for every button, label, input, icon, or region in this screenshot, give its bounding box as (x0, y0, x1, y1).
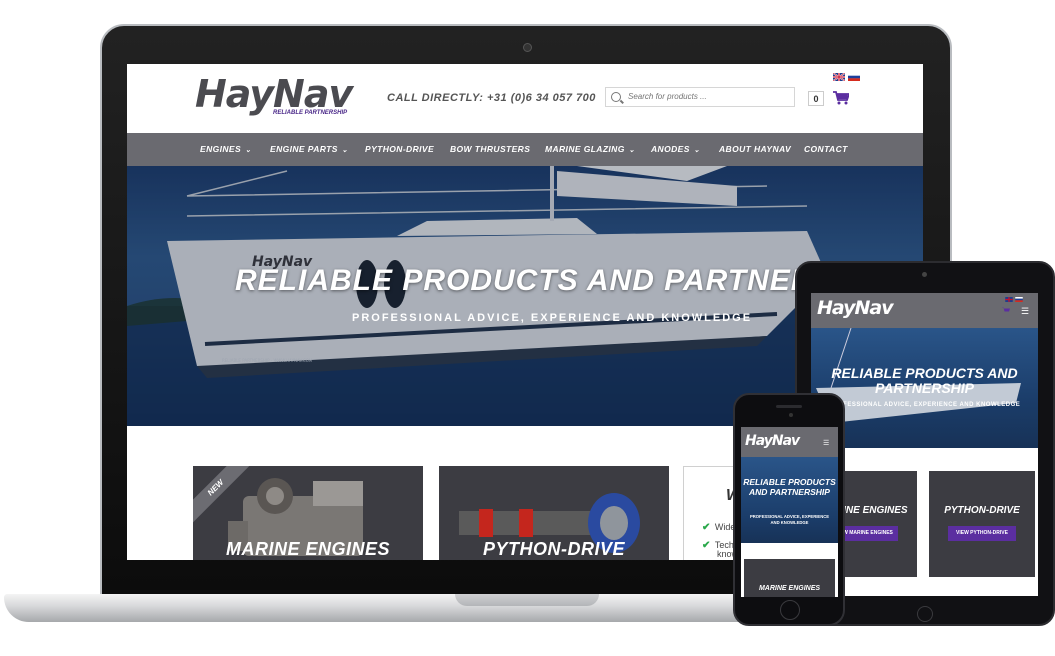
nav-label: MARINE GLAZING (545, 144, 625, 154)
hero-title: RELIABLE PRODUCTS AND PARTNERSHIP (235, 264, 888, 297)
phone-card-marine-engines[interactable]: MARINE ENGINES (744, 559, 835, 597)
card-label: MARINE ENGINES (225, 539, 391, 559)
tablet-card-python-drive[interactable]: PYTHON-DRIVE VIEW PYTHON-DRIVE (929, 471, 1035, 577)
phone-number[interactable]: +31 (0)6 34 057 700 (487, 92, 596, 104)
phone-screen: HayNav ☰ RELIABLE PRODUCTS AND PARTNERSH… (741, 427, 838, 597)
nav-item-marine-glazing[interactable]: MARINE GLAZING ⌄ (545, 133, 635, 166)
nav-label: ABOUT HAYNAV (719, 144, 792, 154)
chevron-down-icon: ⌄ (693, 147, 701, 154)
nav-item-engine-parts[interactable]: ENGINE PARTS ⌄ (270, 133, 348, 166)
laptop-base (4, 594, 854, 622)
phone-logo[interactable]: HayNav (745, 433, 800, 449)
tablet-header: HayNav ☰ (811, 293, 1038, 328)
search-input[interactable] (626, 91, 790, 102)
cart-icon[interactable] (1002, 307, 1010, 314)
why-item: ✔ Wide (702, 522, 736, 533)
site-logo[interactable]: HayNav RELIABLE PARTNERSHIP (195, 72, 353, 116)
hamburger-menu-icon[interactable]: ☰ (823, 439, 829, 447)
card-marine-engines[interactable]: NEW MARINE ENGINES (193, 466, 423, 560)
nav-label: ANODES (651, 144, 690, 154)
nav-item-anodes[interactable]: ANODES ⌄ (651, 133, 700, 166)
nav-item-engines[interactable]: ENGINES ⌄ (200, 133, 251, 166)
tablet-hero-title: RELIABLE PRODUCTS AND PARTNERSHIP (831, 365, 1018, 396)
cart-icon[interactable] (833, 91, 849, 105)
cart-count[interactable]: 0 (808, 91, 824, 106)
uk-flag-icon[interactable] (1005, 297, 1013, 302)
nav-label: PYTHON-DRIVE (365, 144, 435, 154)
nav-item-bow-thrusters[interactable]: BOW THRUSTERS (450, 133, 530, 166)
call-directly: CALL DIRECTLY: +31 (0)6 34 057 700 (387, 92, 596, 104)
nav-label: ENGINE PARTS (270, 144, 338, 154)
nav-label: BOW THRUSTERS (450, 144, 531, 154)
russia-flag-icon[interactable] (1015, 297, 1023, 302)
chevron-down-icon: ⌄ (628, 147, 635, 154)
laptop-notch (455, 594, 599, 606)
hero-subtitle: PROFESSIONAL ADVICE, EXPERIENCE AND KNOW… (352, 312, 753, 324)
check-icon: ✔ (702, 522, 711, 533)
card-label: PYTHON-DRIVE (944, 505, 1020, 516)
tablet-logo[interactable]: HayNav (817, 297, 894, 319)
search-icon (611, 92, 621, 102)
check-icon: ✔ (702, 540, 711, 551)
card-label: PYTHON-DRIVE (482, 539, 625, 559)
phone-hero-title: RELIABLE PRODUCTS AND PARTNERSHIP (743, 477, 836, 497)
logo-text: HayNav (195, 72, 353, 116)
search-box[interactable] (605, 87, 795, 107)
phone-hero: RELIABLE PRODUCTS AND PARTNERSHIP PROFES… (741, 457, 838, 543)
phone-hero-subtitle: PROFESSIONAL ADVICE, EXPERIENCE AND KNOW… (749, 514, 830, 525)
tablet-hero-subtitle: PROFESSIONAL ADVICE, EXPERIENCE AND KNOW… (828, 402, 1021, 408)
chevron-down-icon: ⌄ (341, 147, 349, 154)
phone-home-button (780, 600, 800, 620)
uk-flag-icon[interactable] (833, 73, 845, 81)
tablet-screen: HayNav ☰ RELIABLE PRODUCTS AND PARTNERSH… (811, 293, 1038, 596)
card-python-drive[interactable]: PYTHON-DRIVE (439, 466, 669, 560)
phone-camera (789, 413, 793, 417)
phone-speaker (776, 405, 802, 408)
nav-item-about-haynav[interactable]: ABOUT HAYNAV (719, 133, 791, 166)
laptop-camera (523, 43, 532, 52)
logo-tagline: RELIABLE PARTNERSHIP (273, 110, 348, 116)
nav-label: ENGINES (200, 144, 242, 154)
tablet-camera (922, 272, 927, 277)
tablet-home-button (917, 606, 933, 622)
russia-flag-icon[interactable] (848, 73, 860, 81)
main-nav: ENGINES ⌄ ENGINE PARTS ⌄ PYTHON-DRIVE BOW … (127, 133, 923, 166)
hamburger-menu-icon[interactable]: ☰ (1021, 306, 1029, 317)
view-python-drive-button[interactable]: VIEW PYTHON-DRIVE (948, 526, 1016, 541)
nav-item-python-drive[interactable]: PYTHON-DRIVE (365, 133, 434, 166)
chevron-down-icon: ⌄ (245, 147, 252, 154)
tablet-hero: RELIABLE PRODUCTS AND PARTNERSHIP PROFES… (811, 328, 1038, 448)
phone-header: HayNav ☰ (741, 427, 838, 457)
nav-item-contact[interactable]: CONTACT (804, 133, 848, 166)
card-label: MARINE ENGINES (758, 585, 821, 592)
nav-label: CONTACT (804, 144, 848, 154)
call-label: CALL DIRECTLY: (387, 92, 484, 104)
